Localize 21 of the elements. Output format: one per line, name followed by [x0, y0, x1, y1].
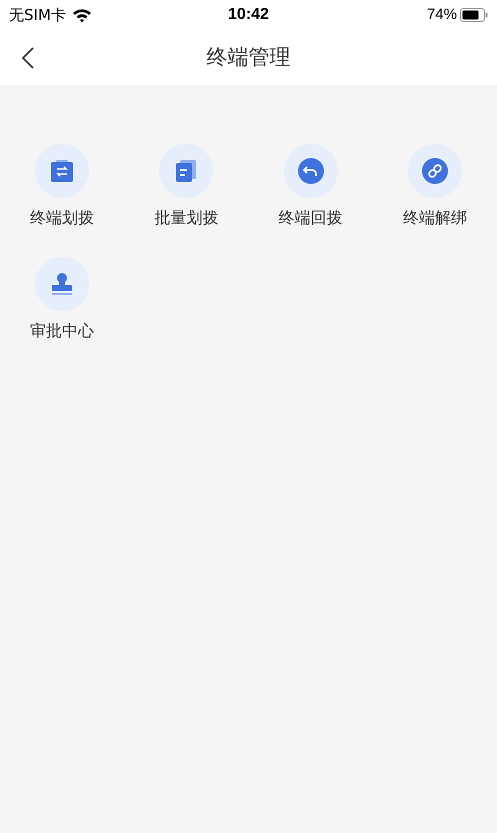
menu-label: 批量划拨: [154, 207, 218, 229]
undo-icon: [298, 158, 324, 184]
link-icon: [422, 158, 448, 184]
battery-icon: [460, 8, 488, 22]
carrier-text: 无SIM卡: [9, 4, 66, 26]
menu-label: 审批中心: [30, 320, 94, 342]
menu-item[interactable]: 批量划拨: [124, 144, 248, 230]
menu-label: 终端回拨: [278, 207, 343, 229]
menu-label: 终端解绑: [402, 207, 467, 229]
menu-item[interactable]: 终端划拨: [0, 144, 124, 230]
wifi-icon: [72, 8, 92, 22]
briefcase-icon: [50, 159, 74, 183]
menu-item[interactable]: 终端解绑: [372, 144, 497, 230]
menu-item[interactable]: 终端回拨: [248, 144, 373, 230]
menu-item[interactable]: 审批中心: [0, 257, 124, 343]
back-icon: [22, 47, 34, 69]
menu-label: 终端划拨: [30, 207, 94, 229]
page-title: 终端管理: [206, 44, 290, 71]
documents-icon: [174, 159, 198, 183]
battery-text: 74%: [426, 4, 457, 25]
clock-text: 10:42: [228, 5, 269, 25]
